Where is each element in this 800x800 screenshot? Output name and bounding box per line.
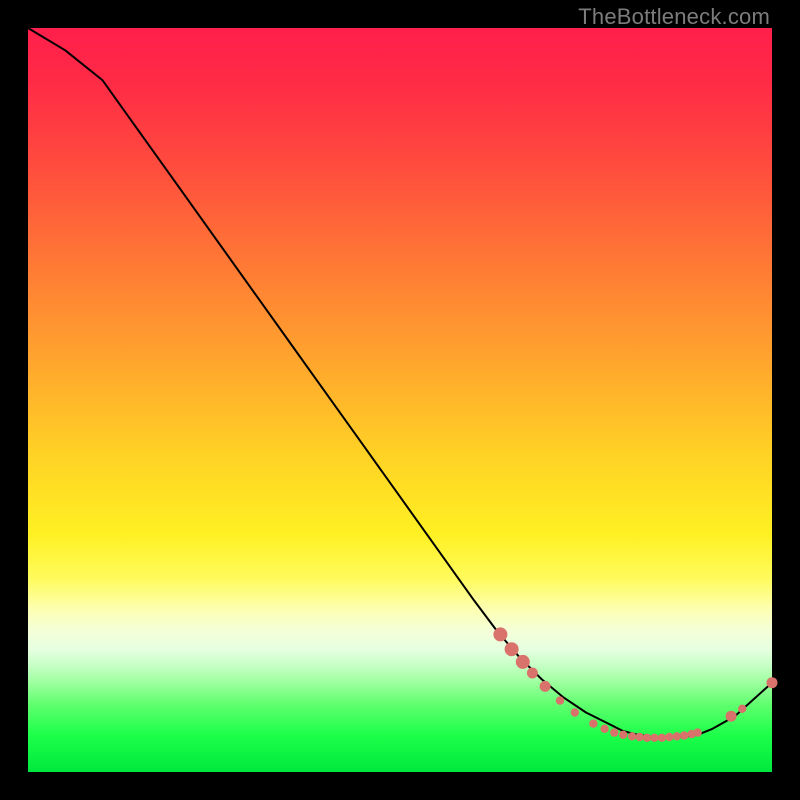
marker-dot: [610, 728, 618, 736]
plot-area: [28, 28, 772, 772]
chart-frame: TheBottleneck.com: [0, 0, 800, 800]
watermark-text: TheBottleneck.com: [578, 4, 770, 30]
marker-dot: [643, 734, 651, 742]
marker-dot: [540, 681, 551, 692]
marker-dot: [658, 734, 666, 742]
marker-dot: [619, 731, 627, 739]
bottleneck-curve: [28, 28, 772, 738]
marker-dot: [693, 728, 701, 736]
curve-svg: [28, 28, 772, 772]
marker-dot: [726, 711, 737, 722]
marker-dot: [680, 731, 688, 739]
marker-dot: [527, 668, 538, 679]
marker-dot: [589, 719, 597, 727]
marker-dot: [556, 696, 564, 704]
marker-dot: [493, 627, 507, 641]
marker-dot: [516, 655, 530, 669]
marker-dot: [505, 642, 519, 656]
marker-dot: [665, 733, 673, 741]
marker-dot: [600, 725, 608, 733]
marker-dots: [493, 627, 777, 742]
marker-dot: [650, 734, 658, 742]
marker-dot: [738, 705, 746, 713]
marker-dot: [635, 733, 643, 741]
marker-dot: [571, 708, 579, 716]
marker-dot: [673, 732, 681, 740]
marker-dot: [767, 677, 778, 688]
marker-dot: [628, 732, 636, 740]
